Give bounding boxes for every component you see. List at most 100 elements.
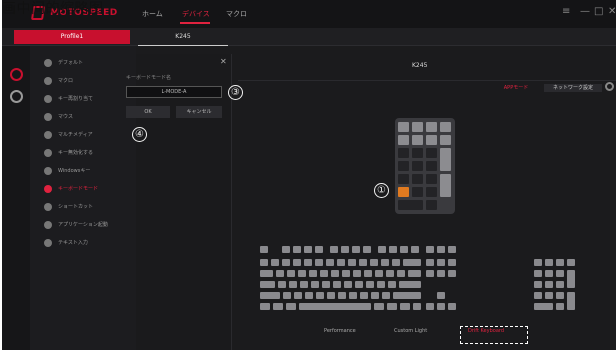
key[interactable] xyxy=(378,246,386,253)
keyboard-profile-icon[interactable] xyxy=(10,68,23,81)
caps-key[interactable] xyxy=(260,281,275,288)
arrow-up-key[interactable] xyxy=(437,292,445,299)
key[interactable] xyxy=(322,281,330,288)
numpad-key[interactable] xyxy=(426,161,437,171)
key[interactable] xyxy=(556,259,564,266)
key[interactable] xyxy=(437,259,445,266)
key[interactable] xyxy=(352,246,360,253)
key[interactable] xyxy=(360,292,368,299)
numpad-key[interactable] xyxy=(440,135,451,145)
key[interactable] xyxy=(392,259,400,266)
key[interactable] xyxy=(371,292,379,299)
key[interactable] xyxy=(556,270,564,277)
setting-badge[interactable]: ネットワーク設定 xyxy=(544,84,602,92)
key[interactable] xyxy=(534,292,542,299)
key[interactable] xyxy=(287,270,295,277)
key[interactable] xyxy=(353,270,361,277)
key[interactable] xyxy=(293,259,301,266)
key[interactable] xyxy=(556,303,564,310)
key[interactable] xyxy=(271,259,279,266)
key[interactable] xyxy=(359,259,367,266)
key[interactable] xyxy=(364,270,372,277)
tab-performance[interactable]: Performance xyxy=(324,328,356,334)
key[interactable] xyxy=(273,303,283,310)
key[interactable] xyxy=(377,281,385,288)
numpad-key[interactable] xyxy=(412,122,423,132)
key[interactable] xyxy=(448,246,456,253)
key[interactable] xyxy=(338,292,346,299)
enter-key[interactable] xyxy=(399,281,421,288)
key[interactable] xyxy=(387,303,397,310)
key[interactable] xyxy=(556,281,564,288)
key[interactable] xyxy=(294,292,302,299)
numpad-key[interactable] xyxy=(412,174,423,184)
key[interactable] xyxy=(448,270,456,277)
numpad-plus-key[interactable] xyxy=(440,148,451,171)
key[interactable] xyxy=(411,246,419,253)
key[interactable] xyxy=(534,303,553,310)
key[interactable] xyxy=(341,246,349,253)
key[interactable] xyxy=(304,259,312,266)
tab-custom-light[interactable]: Custom Light xyxy=(394,328,427,334)
numpad-enter-key[interactable] xyxy=(440,174,451,197)
key[interactable] xyxy=(386,270,394,277)
key[interactable] xyxy=(286,303,296,310)
key[interactable] xyxy=(276,270,284,277)
key[interactable] xyxy=(534,281,542,288)
close-icon[interactable]: ✕ xyxy=(608,6,616,17)
key[interactable] xyxy=(400,246,408,253)
arrow-left-key[interactable] xyxy=(426,303,434,310)
tab-drift-keyboard[interactable]: Drift Keyboard xyxy=(468,328,504,334)
nav-device[interactable]: デバイス xyxy=(182,9,210,19)
key[interactable] xyxy=(397,270,405,277)
key[interactable] xyxy=(375,270,383,277)
key[interactable] xyxy=(337,259,345,266)
key[interactable] xyxy=(293,246,301,253)
key[interactable] xyxy=(333,281,341,288)
backspace-key[interactable] xyxy=(403,259,421,266)
key[interactable] xyxy=(374,303,384,310)
settings-icon[interactable] xyxy=(10,90,23,103)
key[interactable] xyxy=(545,270,553,277)
key[interactable] xyxy=(349,292,357,299)
numpad-key[interactable] xyxy=(412,135,423,145)
key[interactable] xyxy=(400,303,410,310)
key[interactable] xyxy=(330,246,338,253)
arrow-right-key[interactable] xyxy=(448,303,456,310)
key[interactable] xyxy=(370,259,378,266)
nav-home[interactable]: ホーム xyxy=(142,9,163,19)
key[interactable] xyxy=(545,292,553,299)
numpad-key[interactable] xyxy=(398,135,409,145)
key[interactable] xyxy=(567,259,575,266)
key[interactable] xyxy=(298,270,306,277)
key[interactable] xyxy=(413,303,421,310)
key[interactable] xyxy=(545,281,553,288)
key[interactable] xyxy=(534,259,542,266)
numpad-key[interactable] xyxy=(412,187,423,197)
numpad-key-selected[interactable] xyxy=(398,187,409,197)
key[interactable] xyxy=(320,270,328,277)
numpad-key[interactable] xyxy=(412,161,423,171)
key[interactable] xyxy=(426,270,434,277)
key[interactable] xyxy=(382,292,390,299)
ctrl-key[interactable] xyxy=(260,303,270,310)
tab-key[interactable] xyxy=(260,270,273,277)
key[interactable] xyxy=(326,259,334,266)
key[interactable] xyxy=(348,259,356,266)
key[interactable] xyxy=(437,246,445,253)
numpad-key[interactable] xyxy=(426,174,437,184)
numpad-key[interactable] xyxy=(426,148,437,158)
key[interactable] xyxy=(305,292,313,299)
key[interactable] xyxy=(366,281,374,288)
key[interactable] xyxy=(426,259,434,266)
key[interactable] xyxy=(437,270,445,277)
key[interactable] xyxy=(534,270,542,277)
numpad-key[interactable] xyxy=(426,122,437,132)
panel-close-icon[interactable]: ✕ xyxy=(220,57,227,66)
cancel-button[interactable]: キャンセル xyxy=(176,106,222,118)
maximize-icon[interactable]: □ xyxy=(594,6,603,17)
key[interactable] xyxy=(408,270,421,277)
key[interactable] xyxy=(381,259,389,266)
ok-button[interactable]: OK xyxy=(126,106,170,118)
minimize-icon[interactable]: — xyxy=(580,6,590,17)
